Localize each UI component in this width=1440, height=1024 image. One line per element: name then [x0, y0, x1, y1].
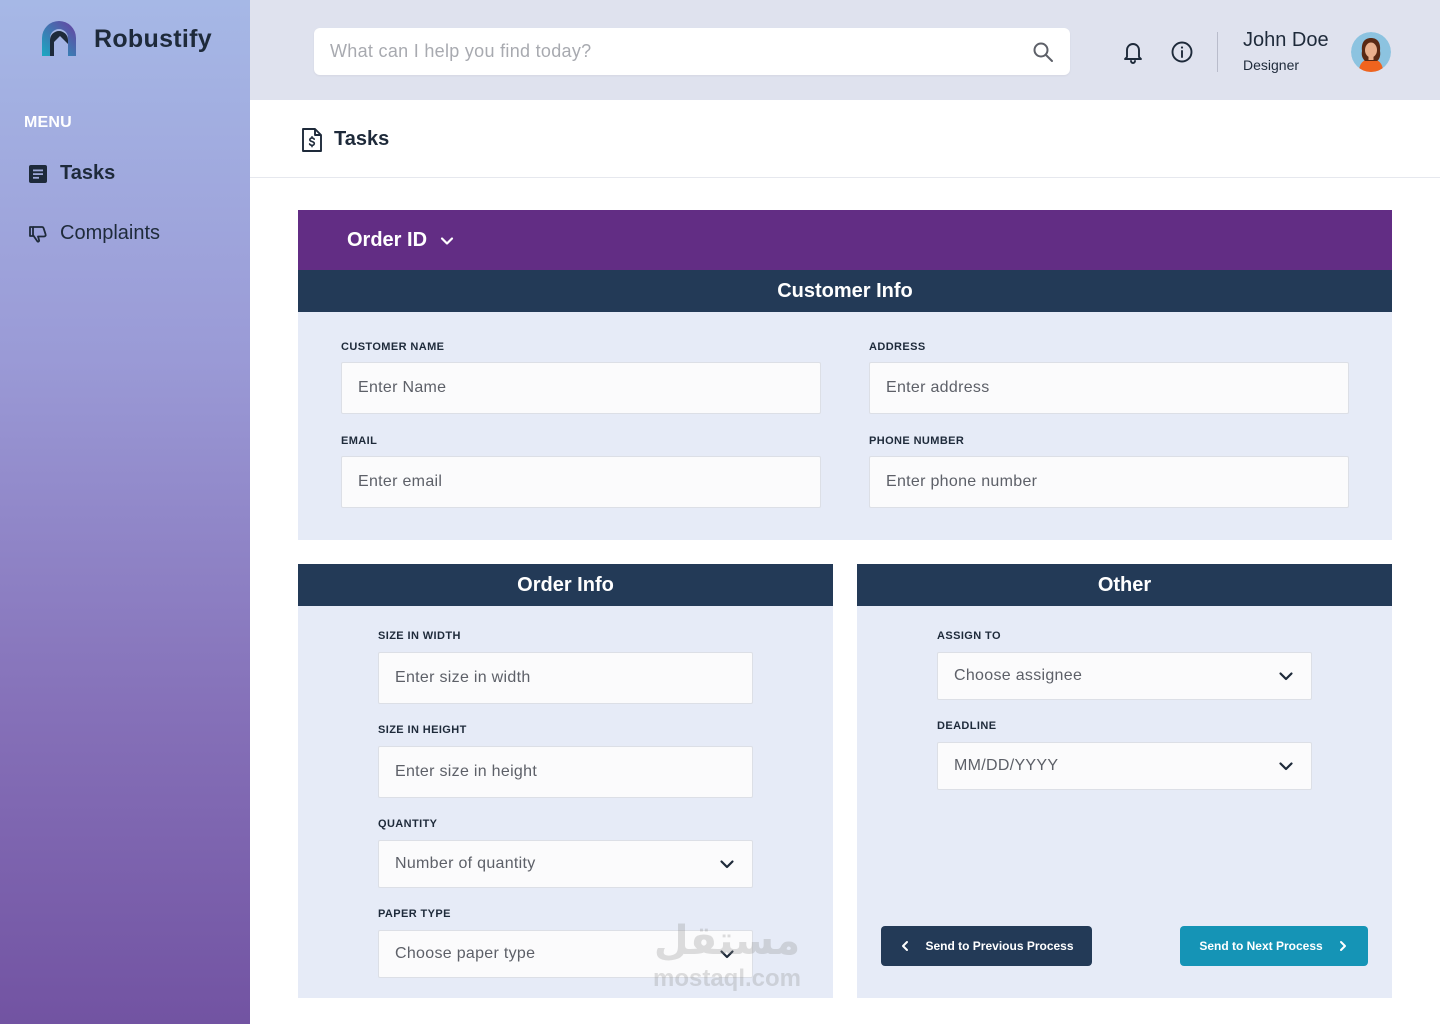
address-field[interactable] [886, 379, 1332, 397]
field-label: PHONE NUMBER [869, 435, 965, 447]
section-body: ASSIGN TO DEADLINE Send to Previous Proc… [857, 606, 1392, 998]
topbar: John Doe Designer [250, 0, 1440, 100]
chevron-down-icon[interactable] [718, 945, 736, 963]
field-label: SIZE IN HEIGHT [378, 724, 467, 736]
email-field-wrapper [341, 456, 821, 508]
order-id-label: Order ID [347, 229, 428, 251]
sidebar-item-label: Tasks [60, 162, 116, 184]
bell-icon[interactable] [1122, 40, 1144, 64]
send-to-previous-button[interactable]: Send to Previous Process [881, 926, 1092, 966]
sidebar-item-label: Complaints [60, 222, 161, 244]
customer-name-field[interactable] [358, 379, 804, 397]
user-role: Designer [1243, 57, 1300, 73]
invoice-document-icon [302, 128, 322, 152]
brand-name: Robustify [94, 24, 212, 53]
size-height-field[interactable] [395, 763, 736, 781]
field-label: QUANTITY [378, 818, 438, 830]
phone-field[interactable] [886, 473, 1332, 491]
section-body: CUSTOMER NAME ADDRESS EMAIL PHONE NUMBER [298, 312, 1392, 540]
other-section: Other ASSIGN TO DEADLINE Send to Previou… [857, 564, 1392, 998]
sidebar-item-complaints[interactable]: Complaints [28, 222, 160, 245]
chevron-down-icon[interactable] [1277, 667, 1295, 685]
avatar[interactable] [1351, 32, 1391, 72]
chevron-down-icon[interactable] [718, 855, 736, 873]
email-field[interactable] [358, 473, 804, 491]
thumbs-down-icon [28, 224, 48, 244]
divider [1217, 32, 1218, 72]
field-label: DEADLINE [937, 720, 997, 732]
field-label: ASSIGN TO [937, 630, 1001, 642]
address-field-wrapper [869, 362, 1349, 414]
phone-field-wrapper [869, 456, 1349, 508]
assignee-field[interactable] [954, 667, 1277, 685]
deadline-select[interactable] [937, 742, 1312, 790]
info-icon[interactable] [1170, 40, 1194, 64]
height-field-wrapper [378, 746, 753, 798]
section-title: Customer Info [298, 270, 1392, 312]
field-label: ADDRESS [869, 341, 926, 353]
button-label: Send to Next Process [1199, 939, 1323, 953]
deadline-field[interactable] [954, 757, 1277, 775]
field-label: EMAIL [341, 435, 378, 447]
send-to-next-button[interactable]: Send to Next Process [1180, 926, 1368, 966]
quantity-select[interactable] [378, 840, 753, 888]
page-title: Tasks [334, 128, 390, 150]
chevron-down-icon[interactable] [1277, 757, 1295, 775]
search-bar [314, 28, 1070, 75]
brand[interactable]: Robustify [38, 18, 212, 60]
field-label: SIZE IN WIDTH [378, 630, 461, 642]
customer-name-field-wrapper [341, 362, 821, 414]
page-header: Tasks [250, 100, 1440, 178]
assignee-select[interactable] [937, 652, 1312, 700]
size-width-field[interactable] [395, 669, 736, 687]
sidebar: Robustify MENU Tasks Complaints [0, 0, 250, 1024]
section-body: SIZE IN WIDTH SIZE IN HEIGHT QUANTITY PA… [298, 606, 833, 998]
section-title: Other [857, 564, 1392, 606]
user-name: John Doe [1243, 29, 1329, 51]
search-icon[interactable] [1032, 41, 1054, 63]
paper-type-field[interactable] [395, 945, 718, 963]
quantity-field[interactable] [395, 855, 718, 873]
menu-label: MENU [24, 114, 72, 131]
field-label: PAPER TYPE [378, 908, 451, 920]
order-id-dropdown[interactable]: Order ID [298, 210, 1392, 270]
paper-type-select[interactable] [378, 930, 753, 978]
sidebar-item-tasks[interactable]: Tasks [28, 162, 115, 185]
field-label: CUSTOMER NAME [341, 341, 445, 353]
button-label: Send to Previous Process [925, 939, 1074, 953]
chevron-right-icon [1339, 941, 1346, 951]
search-input[interactable] [330, 41, 1032, 62]
customer-info-section: Customer Info CUSTOMER NAME ADDRESS EMAI… [298, 270, 1392, 540]
order-info-section: Order Info SIZE IN WIDTH SIZE IN HEIGHT … [298, 564, 833, 998]
document-list-icon [28, 164, 48, 184]
robustify-logo-icon [42, 21, 76, 56]
chevron-left-icon [902, 941, 909, 951]
chevron-down-icon [440, 237, 454, 245]
section-title: Order Info [298, 564, 833, 606]
width-field-wrapper [378, 652, 753, 704]
